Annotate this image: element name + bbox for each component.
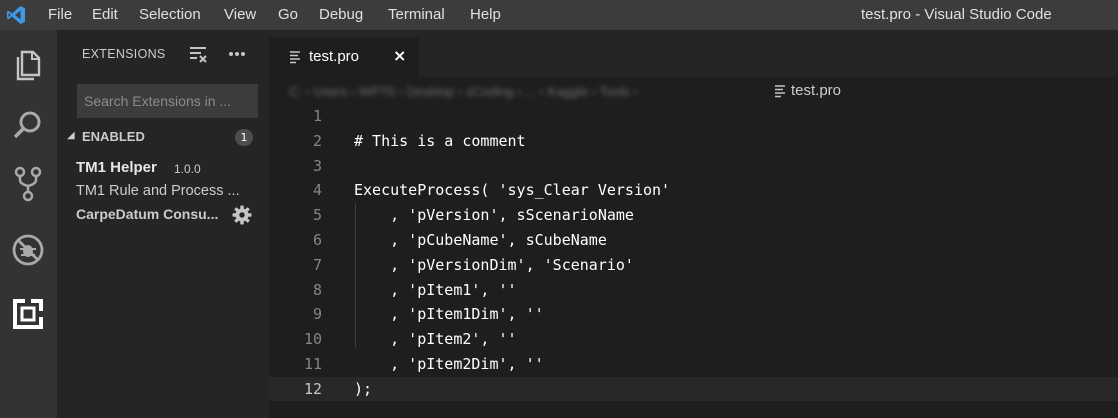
code-line[interactable]: 6 , 'pCubeName', sCubeName: [269, 228, 1118, 252]
code-text: ExecuteProcess( 'sys_Clear Version': [354, 181, 671, 200]
activity-bar: [0, 30, 57, 418]
tab-test-pro[interactable]: test.pro ×: [269, 38, 419, 77]
line-number: 1: [312, 107, 322, 125]
extension-publisher: CarpeDatum Consu...: [76, 206, 219, 222]
close-icon[interactable]: ×: [393, 46, 406, 65]
sidebar-title: EXTENSIONS: [82, 47, 166, 61]
menu-go[interactable]: Go: [278, 6, 298, 23]
line-number: 5: [312, 206, 322, 225]
menu-debug[interactable]: Debug: [319, 6, 363, 23]
menu-terminal[interactable]: Terminal: [388, 6, 445, 23]
line-number: 10: [303, 330, 322, 349]
clear-filter-icon[interactable]: [188, 44, 208, 64]
extension-version: 1.0.0: [174, 162, 201, 176]
menu-selection[interactable]: Selection: [139, 6, 201, 23]
file-lines-icon: [775, 85, 785, 98]
code-line[interactable]: 4 ExecuteProcess( 'sys_Clear Version': [269, 178, 1118, 202]
line-number: 8: [312, 280, 322, 299]
menu-help[interactable]: Help: [470, 6, 501, 23]
more-actions-icon[interactable]: [227, 44, 247, 64]
explorer-icon[interactable]: [8, 45, 48, 85]
line-number: 3: [312, 156, 322, 175]
window-title: test.pro - Visual Studio Code: [861, 6, 1052, 23]
line-number: 2: [312, 131, 322, 150]
line-number: 7: [312, 255, 322, 274]
menu-view[interactable]: View: [224, 6, 256, 23]
code-line[interactable]: 10 , 'pItem2', '': [269, 327, 1118, 351]
code-text: , 'pCubeName', sCubeName: [354, 231, 607, 249]
code-text: , 'pVersionDim', 'Scenario': [354, 255, 634, 274]
code-line[interactable]: 8 , 'pItem1', '': [269, 278, 1118, 302]
code-line[interactable]: 12);: [269, 376, 1118, 401]
file-lines-icon: [290, 51, 300, 64]
title-bar: File Edit Selection View Go Debug Termin…: [0, 0, 1118, 30]
code-line[interactable]: 11 , 'pItem2Dim', '': [269, 352, 1118, 376]
debug-icon[interactable]: [8, 230, 48, 270]
code-text: , 'pItem1Dim', '': [354, 305, 544, 324]
code-text: , 'pItem2Dim', '': [354, 355, 544, 373]
count-badge: 1: [235, 129, 253, 146]
code-line[interactable]: 2 # This is a comment: [269, 129, 1118, 153]
code-line[interactable]: 3: [269, 154, 1118, 178]
extensions-sidebar: EXTENSIONS ◢ ENABLED 1 TM1 Helper 1.0.0 …: [57, 30, 269, 418]
extension-description: TM1 Rule and Process ...: [76, 183, 240, 199]
breadcrumb: C: › Users › WPT0 › Desktop › zCoding › …: [269, 77, 1118, 104]
line-number: 9: [312, 305, 322, 324]
line-number: 11: [303, 355, 322, 373]
search-icon[interactable]: [8, 105, 48, 145]
extension-name: TM1 Helper: [76, 159, 157, 176]
code-text: , 'pItem1', '': [354, 280, 517, 299]
code-text: );: [354, 379, 373, 398]
code-line[interactable]: 7 , 'pVersionDim', 'Scenario': [269, 253, 1118, 277]
extensions-icon[interactable]: [8, 294, 48, 334]
extensions-search-input[interactable]: [77, 84, 258, 118]
breadcrumb-path-blurred[interactable]: C: › Users › WPT0 › Desktop › zCoding › …: [289, 84, 638, 99]
line-number: 4: [312, 181, 322, 200]
code-line[interactable]: 5 , 'pVersion', sScenarioName: [269, 203, 1118, 227]
vscode-logo-icon[interactable]: [6, 5, 26, 25]
indent-guide: [355, 203, 356, 347]
code-line[interactable]: 1: [269, 104, 1118, 128]
section-label: ENABLED: [82, 129, 145, 144]
menu-edit[interactable]: Edit: [92, 6, 118, 23]
extension-list-item[interactable]: TM1 Helper 1.0.0 TM1 Rule and Process ..…: [57, 156, 269, 226]
code-text: , 'pItem2', '': [354, 330, 517, 349]
gear-icon[interactable]: [232, 205, 252, 225]
breadcrumb-file[interactable]: test.pro: [791, 82, 841, 99]
menu-file[interactable]: File: [48, 6, 72, 23]
line-number: 6: [312, 231, 322, 249]
chevron-down-icon: ◢: [67, 130, 75, 141]
line-number: 12: [303, 379, 322, 398]
code-editor[interactable]: 12); 11 , 'pItem2Dim', '' 10 , 'pItem2', '…: [269, 104, 1118, 418]
editor-tabs: test.pro ×: [269, 30, 1118, 77]
source-control-icon[interactable]: [8, 164, 48, 204]
enabled-section-header[interactable]: ◢ ENABLED 1: [57, 127, 269, 149]
tab-label: test.pro: [309, 48, 360, 65]
code-line[interactable]: 9 , 'pItem1Dim', '': [269, 302, 1118, 326]
code-text: # This is a comment: [354, 131, 526, 150]
code-text: , 'pVersion', sScenarioName: [354, 206, 634, 225]
